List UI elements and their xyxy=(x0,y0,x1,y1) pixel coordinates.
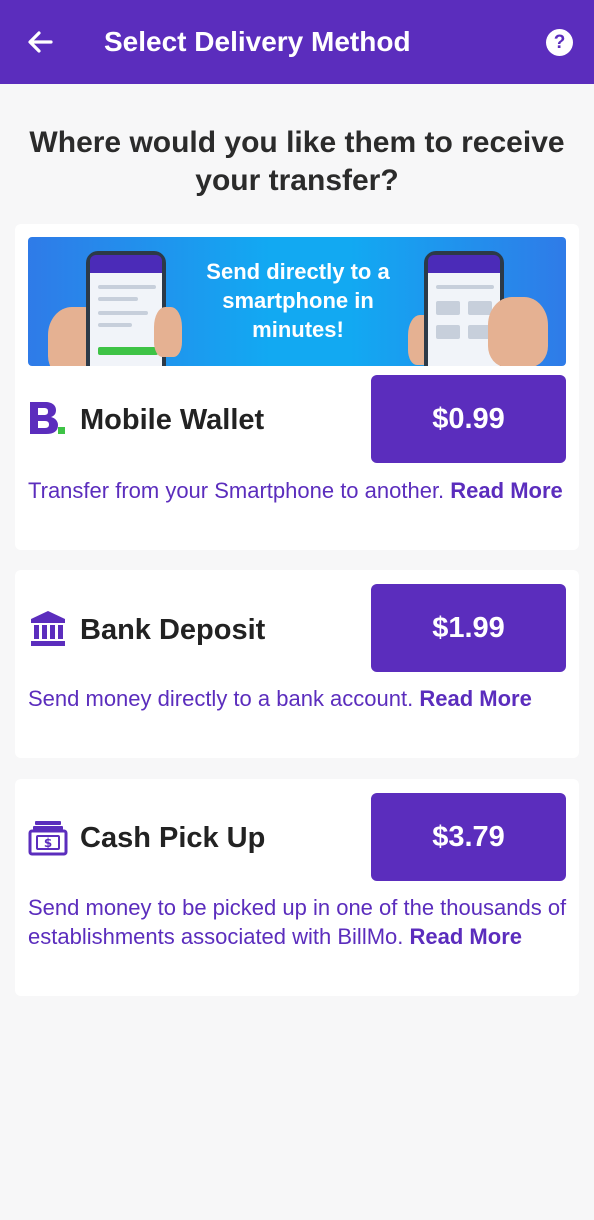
delivery-option-mobile-wallet[interactable]: Send directly to a smartphone in minutes… xyxy=(15,224,579,550)
billmo-logo-icon xyxy=(28,398,68,438)
method-description: Send money directly to a bank account. R… xyxy=(28,684,568,713)
read-more-link[interactable]: Read More xyxy=(419,686,531,711)
help-circle-icon[interactable]: ? xyxy=(546,29,573,56)
read-more-link[interactable]: Read More xyxy=(450,478,562,503)
cash-icon: $ xyxy=(28,818,68,858)
description-text: Transfer from your Smartphone to another… xyxy=(28,478,445,503)
delivery-option-cash-pick-up[interactable]: $ Cash Pick Up $3.79 Send money to be pi… xyxy=(15,779,579,996)
description-text: Send money directly to a bank account. xyxy=(28,686,414,711)
delivery-option-bank-deposit[interactable]: Bank Deposit $1.99 Send money directly t… xyxy=(15,570,579,758)
arrow-left-icon[interactable] xyxy=(24,26,56,58)
price-button[interactable]: $1.99 xyxy=(371,584,566,672)
question-heading: Where would you like them to receive you… xyxy=(29,126,565,197)
method-title: Cash Pick Up xyxy=(80,822,266,854)
banner-text: Send directly to a smartphone in minutes… xyxy=(206,259,390,342)
hand-illustration xyxy=(154,307,182,357)
price-button[interactable]: $3.79 xyxy=(371,793,566,881)
method-description: Transfer from your Smartphone to another… xyxy=(28,476,568,505)
price-button[interactable]: $0.99 xyxy=(371,375,566,463)
bank-icon xyxy=(28,608,68,648)
app-bar: Select Delivery Method ? xyxy=(0,0,594,84)
hand-illustration xyxy=(488,297,548,366)
method-description: Send money to be picked up in one of the… xyxy=(28,893,568,951)
method-title: Mobile Wallet xyxy=(80,404,265,436)
promo-banner: Send directly to a smartphone in minutes… xyxy=(28,237,566,366)
svg-text:$: $ xyxy=(44,836,52,850)
read-more-link[interactable]: Read More xyxy=(410,924,522,949)
page-title: Select Delivery Method xyxy=(104,26,411,57)
method-title: Bank Deposit xyxy=(80,614,266,646)
